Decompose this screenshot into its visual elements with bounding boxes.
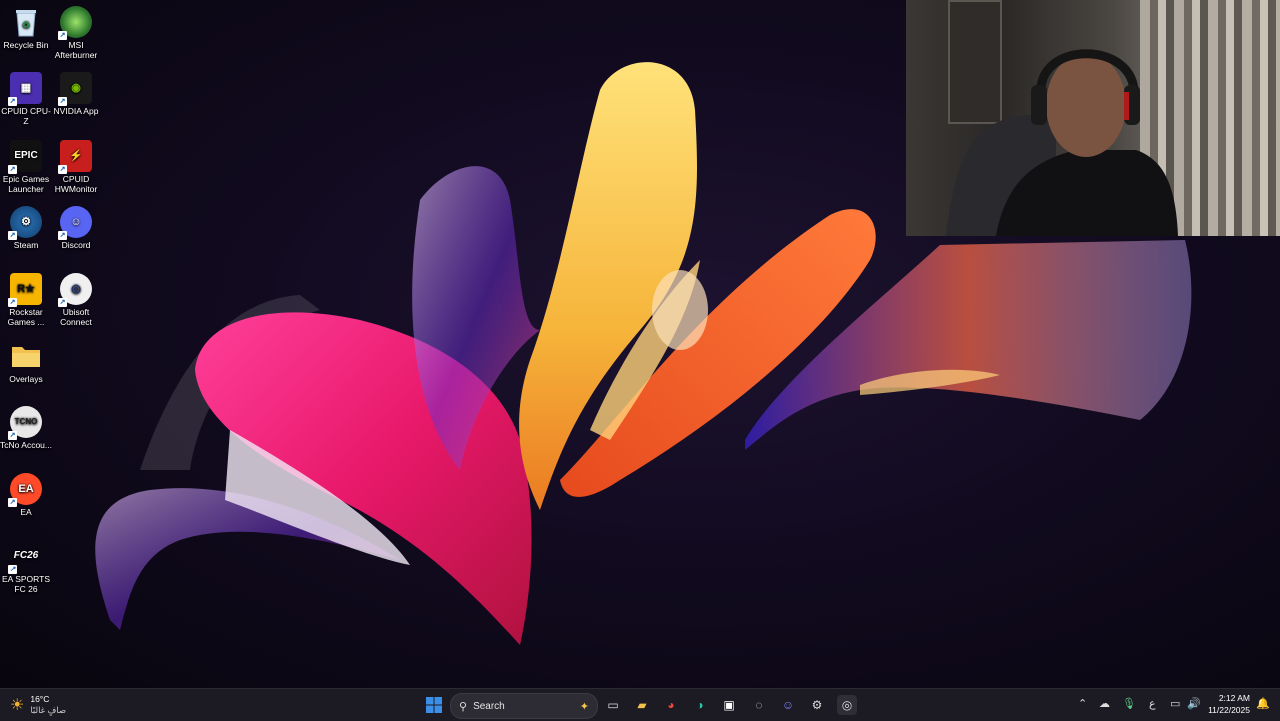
- folder-icon: [10, 340, 42, 372]
- desktop-icon-label: CPUID HWMonitor: [54, 174, 98, 194]
- streamer-silhouette: [946, 49, 1178, 236]
- cpuz-icon: ▦ ↗: [8, 72, 42, 106]
- discord-taskbar-button[interactable]: ☺: [778, 695, 798, 715]
- obs-taskbar-button[interactable]: ◎: [837, 695, 857, 715]
- edge-button[interactable]: ◑: [690, 695, 710, 715]
- webcam-overlay: [906, 0, 1280, 236]
- desktop-icon-label: Rockstar Games ...: [7, 307, 45, 327]
- steam-shortcut[interactable]: ⚙ ↗ Steam: [0, 206, 52, 250]
- desktop-icon-label: Overlays: [9, 374, 43, 384]
- desktop-icon-label: Ubisoft Connect: [60, 307, 92, 327]
- search-placeholder: Search: [473, 700, 505, 712]
- hwmonitor-shortcut[interactable]: ⚡ ↗ CPUID HWMonitor: [50, 140, 102, 194]
- app-button[interactable]: ◌: [749, 695, 769, 715]
- desktop-icon-label: Steam: [13, 240, 39, 250]
- shortcut-arrow-icon: ↗: [58, 165, 67, 174]
- clock-time: 2:12 AM: [1218, 693, 1250, 703]
- hwmonitor-icon: ⚡ ↗: [58, 140, 92, 174]
- desktop-icon-label: MSI Afterburner: [54, 40, 98, 60]
- app-icon: ◌: [755, 698, 763, 712]
- obs-icon: ◎: [841, 698, 853, 712]
- msi-afterburner-icon: ↗: [58, 6, 92, 40]
- desktop-icon-label: NVIDIA App: [53, 106, 99, 116]
- task-view-button[interactable]: ▭: [603, 695, 623, 715]
- desktop-icon-label: Recycle Bin: [3, 40, 49, 50]
- shortcut-arrow-icon: ↗: [8, 165, 17, 174]
- shortcut-arrow-icon: ↗: [58, 97, 67, 106]
- desktop-icon-label: Discord: [61, 240, 91, 250]
- overlays-folder[interactable]: Overlays: [0, 340, 52, 384]
- discord-shortcut[interactable]: ☺ ↗ Discord: [50, 206, 102, 250]
- show-hidden-icons-chevron-icon[interactable]: ⌃: [1078, 697, 1087, 710]
- discord-icon: ☺: [781, 698, 795, 712]
- tcno-icon: TCNO ↗: [8, 406, 42, 440]
- ea-shortcut[interactable]: EA ↗ EA: [0, 473, 52, 517]
- desktop-icon-label: TcNo Accou...: [0, 440, 52, 450]
- nvidia-icon: ◉ ↗: [58, 72, 92, 106]
- desktop-icon-label: Epic Games Launcher: [2, 174, 50, 194]
- shortcut-arrow-icon: ↗: [8, 431, 17, 440]
- shortcut-arrow-icon: ↗: [58, 298, 67, 307]
- onedrive-icon[interactable]: ☁: [1099, 697, 1110, 710]
- rockstar-games-shortcut[interactable]: R★ ↗ Rockstar Games ...: [0, 273, 52, 327]
- clock-date: 11/22/2025: [1208, 705, 1250, 715]
- edge-icon: ◑: [696, 698, 704, 712]
- shortcut-arrow-icon: ↗: [58, 31, 67, 40]
- input-language-indicator[interactable]: ع: [1149, 697, 1156, 710]
- ea-icon: EA ↗: [8, 473, 42, 507]
- weather-temperature: 16°C: [30, 694, 50, 704]
- steam-icon: ⚙: [811, 698, 823, 712]
- start-button[interactable]: [424, 695, 444, 715]
- ea-sports-fc-icon: FC26 ↗: [8, 550, 39, 574]
- taskbar-search[interactable]: ⚲ Search ✦: [450, 693, 598, 719]
- clock[interactable]: 2:12 AM 11/22/2025: [1208, 692, 1250, 716]
- ubisoft-icon: ◎ ↗: [58, 273, 92, 307]
- steam-icon: ⚙ ↗: [8, 206, 42, 240]
- desktop-icon-label: EA: [20, 507, 32, 517]
- cpuz-shortcut[interactable]: ▦ ↗ CPUID CPU-Z: [0, 72, 52, 126]
- ubisoft-connect-shortcut[interactable]: ◎ ↗ Ubisoft Connect: [50, 273, 102, 327]
- task-view-icon: ▭: [607, 698, 619, 712]
- file-explorer-button[interactable]: ▰: [632, 695, 652, 715]
- network-icon[interactable]: ▭: [1170, 697, 1180, 710]
- microsoft-store-button[interactable]: ▣: [719, 695, 739, 715]
- ea-sports-fc-shortcut[interactable]: FC26 ↗ EA SPORTS FC 26: [0, 540, 52, 595]
- folder-icon: ▰: [637, 698, 647, 712]
- shortcut-arrow-icon: ↗: [8, 565, 17, 574]
- shortcut-arrow-icon: ↗: [8, 298, 17, 307]
- rockstar-icon: R★ ↗: [8, 273, 42, 307]
- epic-games-shortcut[interactable]: EPIC ↗ Epic Games Launcher: [0, 140, 52, 194]
- weather-widget[interactable]: ☀ 16°C صافٍ غالبًا: [10, 692, 66, 718]
- weather-condition: صافٍ غالبًا: [30, 705, 67, 715]
- microphone-icon[interactable]: 🎙: [1122, 697, 1136, 710]
- taskbar: ☀ 16°C صافٍ غالبًا ⚲ Search ✦ ▭ ▰ ◕ ◑ ▣ …: [0, 688, 1280, 721]
- windows-logo-icon: [426, 697, 442, 713]
- chrome-icon: ◕: [667, 698, 675, 712]
- store-icon: ▣: [723, 698, 735, 712]
- shortcut-arrow-icon: ↗: [58, 231, 67, 240]
- desktop-icon-label: EA SPORTS FC 26: [1, 574, 51, 594]
- weather-icon: ☀: [10, 697, 25, 714]
- tcno-shortcut[interactable]: TCNO ↗ TcNo Accou...: [0, 406, 52, 450]
- shortcut-arrow-icon: ↗: [8, 97, 17, 106]
- volume-icon[interactable]: 🔊: [1187, 697, 1201, 710]
- copilot-sparkle-icon: ✦: [579, 700, 589, 713]
- search-icon: ⚲: [459, 700, 468, 713]
- svg-text:♻: ♻: [22, 20, 30, 30]
- epic-games-icon: EPIC ↗: [8, 140, 42, 174]
- msi-afterburner-shortcut[interactable]: ↗ MSI Afterburner: [50, 6, 102, 60]
- nvidia-app-shortcut[interactable]: ◉ ↗ NVIDIA App: [50, 72, 102, 116]
- recycle-bin-icon: ♻: [10, 6, 42, 38]
- chrome-button[interactable]: ◕: [661, 695, 681, 715]
- shortcut-arrow-icon: ↗: [8, 231, 17, 240]
- shortcut-arrow-icon: ↗: [8, 498, 17, 507]
- discord-icon: ☺ ↗: [58, 206, 92, 240]
- recycle-bin-shortcut[interactable]: ♻ Recycle Bin: [0, 6, 52, 50]
- desktop-icon-label: CPUID CPU-Z: [1, 106, 51, 126]
- steam-taskbar-button[interactable]: ⚙: [807, 695, 827, 715]
- notification-bell-icon[interactable]: 🔔: [1256, 697, 1270, 710]
